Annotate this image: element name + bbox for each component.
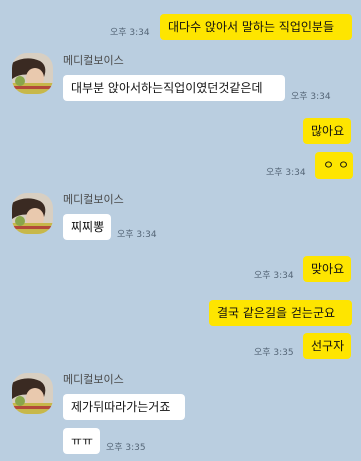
- avatar-image-icon: [12, 373, 53, 414]
- message-time: 오후 3:34: [291, 92, 331, 102]
- chat-room: 대다수 앉아서 말하는 직업인분들 오후 3:34 메디컬보이스 대부분 앉아서…: [0, 0, 361, 461]
- message-time: 오후 3:35: [106, 443, 146, 453]
- message-bubble-outgoing[interactable]: 대다수 앉아서 말하는 직업인분들: [160, 14, 352, 40]
- message-bubble-incoming[interactable]: ㅠㅠ: [63, 428, 100, 454]
- avatar-image-icon: [12, 193, 53, 234]
- message-time: 오후 3:35: [254, 348, 294, 358]
- avatar[interactable]: [12, 193, 53, 234]
- message-bubble-outgoing[interactable]: 선구자: [303, 333, 351, 359]
- message-time: 오후 3:34: [266, 168, 306, 178]
- message-bubble-outgoing[interactable]: 결국 같은길을 걷는군요: [209, 300, 352, 326]
- message-time: 오후 3:34: [117, 230, 157, 240]
- message-bubble-incoming[interactable]: 찌찌뽕: [63, 214, 111, 240]
- sender-name: 메디컬보이스: [63, 373, 124, 386]
- message-bubble-outgoing[interactable]: ㅇㅇ: [315, 152, 353, 179]
- message-time: 오후 3:34: [254, 271, 294, 281]
- sender-name: 메디컬보이스: [63, 193, 124, 206]
- message-bubble-outgoing[interactable]: 맞아요: [303, 256, 351, 282]
- message-bubble-incoming[interactable]: 대부분 앉아서하는직업이였던것같은데: [63, 75, 285, 101]
- avatar-image-icon: [12, 53, 53, 94]
- avatar[interactable]: [12, 53, 53, 94]
- sender-name: 메디컬보이스: [63, 54, 124, 67]
- avatar[interactable]: [12, 373, 53, 414]
- message-bubble-incoming[interactable]: 제가뒤따라가는거죠: [63, 394, 185, 420]
- message-time: 오후 3:34: [110, 28, 150, 38]
- message-bubble-outgoing[interactable]: 많아요: [303, 118, 351, 144]
